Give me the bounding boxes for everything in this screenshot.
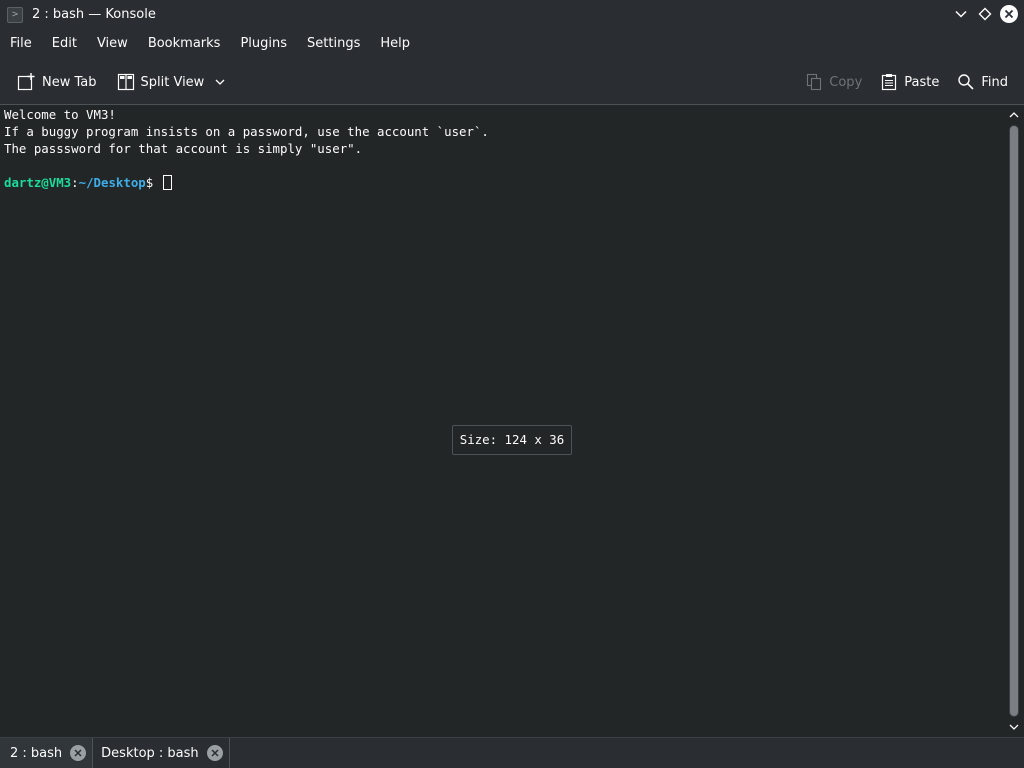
minimize-button[interactable]	[952, 4, 970, 24]
menu-view[interactable]: View	[87, 30, 138, 58]
text-cursor	[162, 175, 172, 190]
paste-icon	[882, 74, 897, 91]
menu-bar: File Edit View Bookmarks Plugins Setting…	[0, 30, 1024, 58]
menu-plugins[interactable]: Plugins	[230, 30, 297, 58]
tab-close-button[interactable]	[70, 745, 87, 761]
new-tab-label: New Tab	[42, 74, 97, 90]
terminal-scrollbar[interactable]	[1004, 105, 1024, 737]
tab-close-button[interactable]	[206, 745, 223, 761]
split-view-label: Split View	[140, 74, 205, 90]
menu-file[interactable]: File	[0, 30, 42, 58]
copy-icon	[807, 73, 822, 91]
menu-help[interactable]: Help	[370, 30, 420, 58]
tab-2-bash[interactable]: 2 : bash	[0, 738, 93, 768]
copy-button[interactable]: Copy	[799, 66, 868, 98]
tab-desktop-bash[interactable]: Desktop : bash	[92, 738, 230, 768]
close-icon	[74, 749, 82, 757]
prompt-separator: :	[71, 175, 79, 190]
new-tab-button[interactable]: New Tab	[10, 66, 103, 98]
chevron-up-icon	[1009, 112, 1019, 118]
scroll-thumb[interactable]	[1010, 126, 1018, 716]
terminal-size-tooltip: Size: 124 x 36	[452, 425, 572, 455]
terminal-line: The passsword for that account is simply…	[4, 141, 363, 156]
copy-label: Copy	[829, 74, 863, 90]
window-controls	[952, 4, 1018, 24]
new-tab-icon	[17, 73, 35, 91]
split-view-icon	[117, 73, 134, 91]
find-button[interactable]: Find	[951, 66, 1014, 98]
prompt-user-host: dartz@VM3	[4, 175, 72, 190]
maximize-button[interactable]	[976, 4, 994, 24]
chevron-down-icon	[955, 10, 967, 18]
terminal-view[interactable]: Welcome to VM3! If a buggy program insis…	[0, 105, 1004, 737]
paste-button[interactable]: Paste	[874, 66, 945, 98]
chevron-down-icon	[1009, 724, 1019, 730]
terminal-line: Welcome to VM3!	[4, 107, 116, 122]
close-icon	[211, 749, 219, 757]
chevron-down-icon[interactable]	[214, 76, 226, 88]
menu-settings[interactable]: Settings	[297, 30, 370, 58]
terminal-app-icon[interactable]: >	[7, 6, 23, 23]
scroll-up-button[interactable]	[1006, 108, 1022, 122]
tab-bar: 2 : bash Desktop : bash	[0, 737, 1024, 768]
search-icon	[958, 74, 974, 90]
split-view-button[interactable]: Split View	[111, 66, 233, 98]
menu-bookmarks[interactable]: Bookmarks	[138, 30, 231, 58]
scroll-down-button[interactable]	[1006, 720, 1022, 734]
main-toolbar: New Tab Split View Copy Paste Find	[0, 64, 1024, 100]
toolbar-right-group: Copy Paste Find	[799, 64, 1024, 100]
diamond-icon	[978, 7, 992, 21]
prompt-path: ~/Desktop	[78, 175, 146, 190]
window-title: 2 : bash — Konsole	[32, 7, 156, 22]
paste-label: Paste	[904, 74, 940, 90]
find-label: Find	[981, 74, 1008, 90]
tab-label: 2 : bash	[10, 745, 63, 761]
close-button[interactable]	[1000, 5, 1018, 23]
prompt-line: dartz@VM3:~/Desktop$	[4, 174, 1000, 191]
menu-edit[interactable]: Edit	[42, 30, 87, 58]
prompt-symbol: $	[145, 175, 161, 190]
close-icon	[1004, 9, 1014, 19]
title-bar[interactable]: > 2 : bash — Konsole	[0, 0, 1024, 29]
tab-label: Desktop : bash	[101, 745, 199, 761]
terminal-line: If a buggy program insists on a password…	[4, 124, 489, 139]
